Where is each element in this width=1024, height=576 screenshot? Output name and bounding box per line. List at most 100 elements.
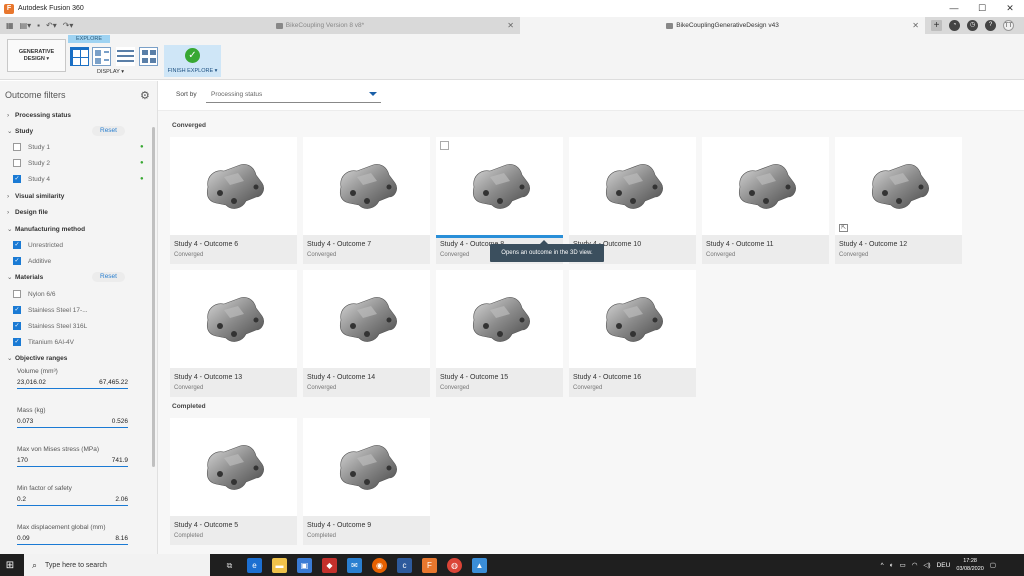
- checkbox[interactable]: [13, 290, 21, 298]
- windows-start-icon[interactable]: ⊞: [0, 560, 20, 571]
- tab-generative-design[interactable]: BikeCouplingGenerativeDesign v43 ✕: [520, 17, 925, 34]
- file-menu-icon[interactable]: ▤▾: [20, 21, 32, 30]
- new-tab-icon[interactable]: +: [931, 20, 942, 31]
- checkbox[interactable]: [13, 159, 21, 167]
- checkbox-checked[interactable]: ✓: [13, 322, 21, 330]
- filter-materials[interactable]: ⌄ Materials Reset: [0, 270, 150, 284]
- range-slider[interactable]: [17, 388, 128, 389]
- table-view-icon[interactable]: [116, 47, 135, 66]
- finish-explore-button[interactable]: ✓ FINISH EXPLORE ▾: [164, 45, 221, 77]
- range-min[interactable]: 0.073: [17, 418, 33, 425]
- filter-design-file[interactable]: › Design file: [0, 205, 150, 219]
- range-mass[interactable]: Mass (kg) 0.073 0.526: [17, 407, 128, 428]
- outcome-thumbnail[interactable]: [303, 137, 430, 235]
- minimize-icon[interactable]: —: [940, 0, 968, 17]
- volume-icon[interactable]: ◁): [923, 561, 930, 569]
- close-icon[interactable]: ✕: [996, 0, 1024, 17]
- redo-icon[interactable]: ↷▾: [63, 21, 74, 30]
- clock[interactable]: 17:28 03/08/2020: [956, 557, 984, 573]
- wifi-icon[interactable]: ◠: [912, 561, 918, 569]
- filter-objective-ranges[interactable]: ⌄ Objective ranges: [0, 351, 150, 365]
- range-max[interactable]: 741.9: [112, 457, 128, 464]
- outcome-thumbnail[interactable]: [436, 137, 563, 235]
- outcome-card[interactable]: Study 4 - Outcome 6 Converged: [170, 137, 297, 264]
- checkbox-checked[interactable]: ✓: [13, 241, 21, 249]
- outcome-card[interactable]: Study 4 - Outcome 7 Converged: [303, 137, 430, 264]
- help-icon[interactable]: ?: [985, 20, 996, 31]
- filter-processing-status[interactable]: › Processing status: [0, 108, 150, 122]
- outcome-thumbnail[interactable]: [170, 418, 297, 516]
- outcome-thumbnail[interactable]: [303, 418, 430, 516]
- job-status-icon[interactable]: ◔: [949, 20, 960, 31]
- store-icon[interactable]: ▣: [297, 557, 312, 573]
- chevron-up-icon[interactable]: ^: [881, 562, 884, 569]
- range-min[interactable]: 23,016.02: [17, 379, 46, 386]
- material-ss17-option[interactable]: ✓ Stainless Steel 17-...: [0, 303, 150, 317]
- outcome-card[interactable]: Study 4 - Outcome 13 Converged: [170, 270, 297, 397]
- method-additive-option[interactable]: ✓ Additive: [0, 254, 150, 268]
- filter-visual-similarity[interactable]: › Visual similarity: [0, 189, 150, 203]
- avatar[interactable]: TT: [1003, 20, 1014, 31]
- fusion-taskbar-icon[interactable]: F: [422, 557, 437, 573]
- outcome-thumbnail[interactable]: [569, 137, 696, 235]
- filter-study[interactable]: ⌄ Study Reset: [0, 124, 150, 138]
- study-4-option[interactable]: ✓ Study 4 ●: [0, 172, 150, 186]
- material-titanium-option[interactable]: ✓ Titanium 6Al-4V: [0, 335, 150, 349]
- outcome-card[interactable]: Study 4 - Outcome 15 Converged: [436, 270, 563, 397]
- game-app-icon[interactable]: ◆: [322, 557, 337, 573]
- thumbnail-view-icon[interactable]: [70, 47, 89, 66]
- display-menu[interactable]: DISPLAY ▾: [97, 69, 124, 75]
- network-icon[interactable]: ◐: [890, 562, 894, 569]
- range-volume[interactable]: Volume (mm³) 23,016.02 67,465.22: [17, 368, 128, 389]
- study-2-option[interactable]: Study 2 ●: [0, 156, 150, 170]
- outcome-card[interactable]: Study 4 - Outcome 5 Completed: [170, 418, 297, 545]
- tab-close-icon[interactable]: ✕: [507, 21, 514, 30]
- taskbar-search[interactable]: ⌕ Type here to search: [24, 554, 210, 576]
- undo-icon[interactable]: ↶▾: [46, 21, 57, 30]
- outcome-card[interactable]: Study 4 - Outcome 14 Converged: [303, 270, 430, 397]
- firefox-icon[interactable]: ◉: [372, 557, 387, 573]
- maximize-icon[interactable]: ☐: [968, 0, 996, 17]
- range-min[interactable]: 170: [17, 457, 28, 464]
- workspace-switcher-button[interactable]: GENERATIVE DESIGN ▾: [7, 39, 66, 72]
- gear-icon[interactable]: ⚙: [140, 89, 150, 102]
- language-indicator[interactable]: DEU: [937, 562, 951, 569]
- checkbox[interactable]: [13, 143, 21, 151]
- outcome-thumbnail[interactable]: [436, 270, 563, 368]
- range-displacement[interactable]: Max displacement global (mm) 0.09 8.16: [17, 524, 128, 545]
- file-explorer-icon[interactable]: ▬: [272, 557, 287, 573]
- outcome-thumbnail[interactable]: [170, 137, 297, 235]
- sort-dropdown[interactable]: Processing status: [206, 86, 381, 103]
- range-max[interactable]: 2.06: [115, 496, 128, 503]
- method-unrestricted-option[interactable]: ✓ Unrestricted: [0, 238, 150, 252]
- cortana-app-icon[interactable]: c: [397, 557, 412, 573]
- notifications-icon[interactable]: ◷: [967, 20, 978, 31]
- select-checkbox[interactable]: [440, 141, 449, 150]
- scatter-plot-view-icon[interactable]: [139, 47, 158, 66]
- range-min[interactable]: 0.09: [17, 535, 30, 542]
- outcome-thumbnail[interactable]: [303, 270, 430, 368]
- checkbox-checked[interactable]: ✓: [13, 257, 21, 265]
- range-slider[interactable]: [17, 544, 128, 545]
- save-icon[interactable]: ▪: [37, 21, 40, 30]
- checkbox-checked[interactable]: ✓: [13, 338, 21, 346]
- battery-icon[interactable]: ▭: [900, 561, 906, 569]
- study-reset-button[interactable]: Reset: [92, 126, 125, 136]
- range-stress[interactable]: Max von Mises stress (MPa) 170 741.9: [17, 446, 128, 467]
- outcome-thumbnail[interactable]: [702, 137, 829, 235]
- properties-view-icon[interactable]: [92, 47, 111, 66]
- range-slider[interactable]: [17, 427, 128, 428]
- outcome-card[interactable]: ⇱ Study 4 - Outcome 12 Converged: [835, 137, 962, 264]
- photos-icon[interactable]: ▲: [472, 557, 487, 573]
- outcome-card[interactable]: Study 4 - Outcome 9 Completed: [303, 418, 430, 545]
- range-slider[interactable]: [17, 466, 128, 467]
- open-outcome-icon[interactable]: ⇱: [839, 224, 848, 232]
- outcome-card[interactable]: Study 4 - Outcome 11 Converged: [702, 137, 829, 264]
- study-1-option[interactable]: Study 1 ●: [0, 140, 150, 154]
- range-min[interactable]: 0.2: [17, 496, 26, 503]
- range-max[interactable]: 0.526: [112, 418, 128, 425]
- filter-manufacturing-method[interactable]: ⌄ Manufacturing method: [0, 222, 150, 236]
- tab-close-icon[interactable]: ✕: [912, 21, 919, 30]
- panel-scrollbar[interactable]: [152, 127, 155, 467]
- range-slider[interactable]: [17, 505, 128, 506]
